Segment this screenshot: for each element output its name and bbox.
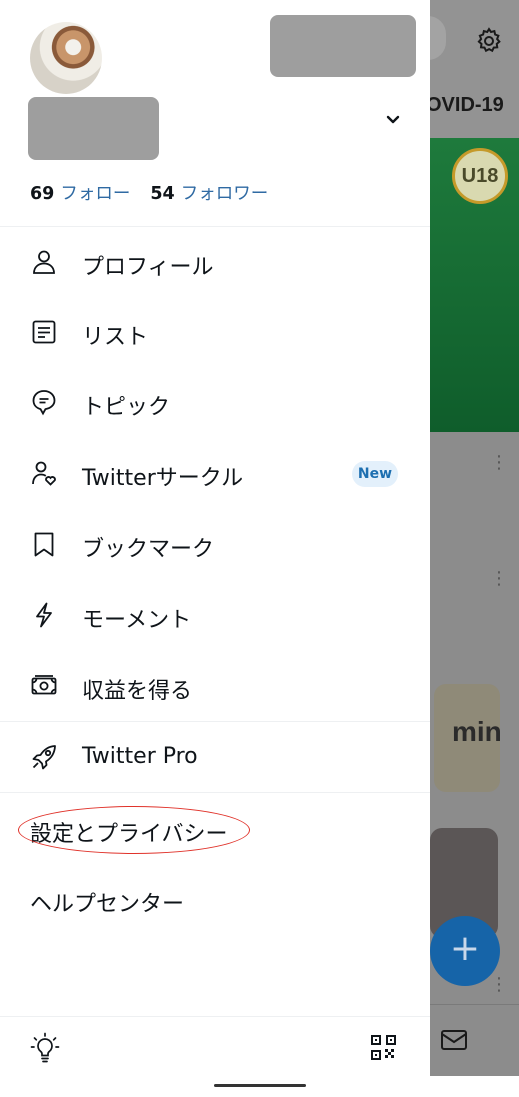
person-icon <box>33 250 55 274</box>
menu-label: トピック <box>82 395 171 420</box>
following-count: 69 <box>30 184 55 204</box>
more-icon: ⋮ <box>490 568 508 589</box>
background-timeline: OVID-19 U18 ⋮ ⋮ min + ⋮ <box>430 0 519 1076</box>
help-center-link[interactable]: ヘルプセンター <box>30 886 184 918</box>
media-card-text: min <box>452 716 500 747</box>
qr-code-icon[interactable] <box>370 1034 397 1061</box>
lightning-icon <box>36 602 52 628</box>
divider <box>0 226 430 227</box>
menu-label: モーメント <box>82 608 192 633</box>
followers-count: 54 <box>150 184 175 204</box>
highlight-ellipse <box>18 806 250 854</box>
bookmark-icon <box>34 532 54 557</box>
following-link[interactable]: 69 フォロー <box>30 184 130 204</box>
list-icon <box>32 320 56 344</box>
menu-item-bookmarks[interactable]: ブックマーク <box>0 514 430 574</box>
lightbulb-icon[interactable] <box>30 1032 60 1064</box>
menu-label: 収益を得る <box>82 679 193 704</box>
circle-people-icon <box>32 461 56 486</box>
topic-icon <box>32 390 56 416</box>
bottom-nav <box>430 1004 519 1076</box>
more-icon: ⋮ <box>490 452 508 473</box>
menu-item-twitter-circle[interactable]: Twitterサークル New <box>0 443 430 503</box>
menu-item-profile[interactable]: プロフィール <box>0 232 430 292</box>
mail-icon <box>441 1030 467 1050</box>
menu-item-lists[interactable]: リスト <box>0 302 430 362</box>
divider <box>0 721 430 722</box>
u18-badge: U18 <box>452 148 508 204</box>
menu-label: リスト <box>82 325 149 350</box>
home-indicator[interactable] <box>214 1084 306 1087</box>
more-icon: ⋮ <box>490 974 508 995</box>
rocket-icon <box>32 745 56 770</box>
menu-label: Twitterサークル <box>82 466 244 491</box>
divider <box>0 792 430 793</box>
following-label: フォロー <box>60 184 131 204</box>
menu-label: ブックマーク <box>82 537 215 562</box>
redacted-block <box>270 15 416 77</box>
money-icon <box>31 675 57 695</box>
followers-label: フォロワー <box>180 184 269 204</box>
followers-link[interactable]: 54 フォロワー <box>150 184 268 204</box>
follow-stats: 69 フォロー 54 フォロワー <box>30 180 268 205</box>
menu-item-monetization[interactable]: 収益を得る <box>0 656 430 716</box>
divider <box>0 1016 430 1017</box>
menu-label: プロフィール <box>82 255 214 280</box>
menu-item-moments[interactable]: モーメント <box>0 585 430 645</box>
menu-item-topics[interactable]: トピック <box>0 372 430 432</box>
navigation-drawer: 69 フォロー 54 フォロワー プロフィール リスト トピック Twitterサーク… <box>0 0 430 1076</box>
topic-header-text: OVID-19 <box>430 94 504 116</box>
gear-icon <box>477 27 501 53</box>
redacted-name <box>28 97 159 160</box>
menu-label: Twitter Pro <box>82 744 198 769</box>
menu-item-twitter-pro[interactable]: Twitter Pro <box>0 727 430 787</box>
media-card: min <box>434 684 500 792</box>
timeline-header <box>430 0 519 138</box>
avatar[interactable] <box>30 22 102 94</box>
chevron-down-icon[interactable] <box>384 110 402 128</box>
new-badge: New <box>352 461 398 487</box>
